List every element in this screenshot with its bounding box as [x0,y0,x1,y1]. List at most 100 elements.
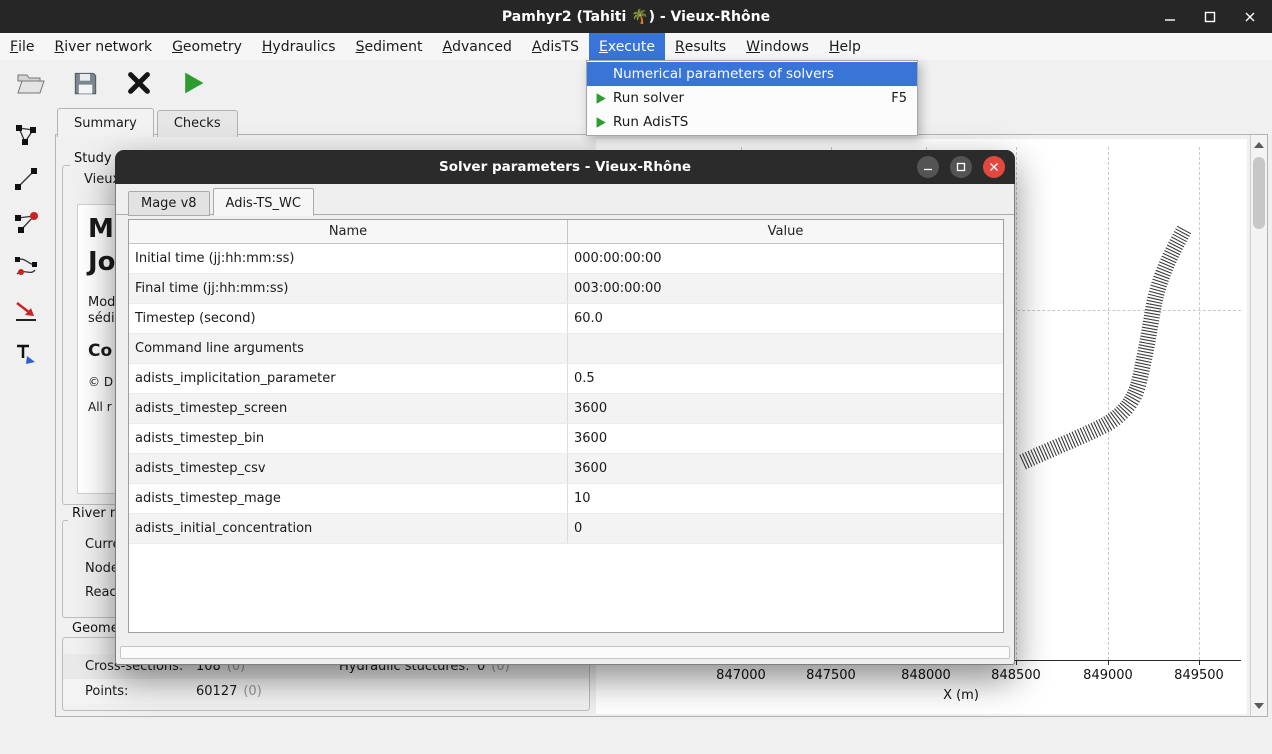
value-column-header[interactable]: Value [568,220,1003,243]
dialog-minimize-button[interactable] [917,156,939,178]
green-play-icon [594,115,608,129]
x-tick-label: 848000 [901,668,951,683]
param-value-cell[interactable]: 10 [568,484,1003,513]
table-row[interactable]: adists_initial_concentration 0 [129,514,1003,544]
menu-item-numerical-parameters[interactable]: Numerical parameters of solvers [587,62,917,86]
table-body: Initial time (jj:hh:mm:ss) 000:00:00:00 … [129,244,1003,544]
menu-windows[interactable]: Windows [736,33,819,60]
menu-adists[interactable]: AdisTS [522,33,589,60]
save-study-button[interactable] [68,66,102,100]
param-value-cell[interactable]: 3600 [568,424,1003,453]
param-value-cell[interactable]: 3600 [568,454,1003,483]
tab-checks[interactable]: Checks [157,110,238,137]
tab-adis-ts-wc[interactable]: Adis-TS_WC [213,188,314,216]
menu-help[interactable]: Help [819,33,871,60]
param-value-cell[interactable] [568,334,1003,363]
param-value-cell[interactable]: 0.5 [568,364,1003,393]
maximize-button[interactable] [1202,9,1218,25]
param-value-cell[interactable]: 000:00:00:00 [568,244,1003,273]
minimize-icon [1164,11,1176,23]
menu-item-label: Run solver [613,90,684,106]
param-name-cell: Initial time (jj:hh:mm:ss) [129,244,568,273]
menu-item-run-adists[interactable]: Run AdisTS [587,110,917,134]
menu-item-label: Numerical parameters of solvers [613,66,834,82]
node-edit-tool-button[interactable] [9,206,43,240]
close-study-button[interactable] [122,66,156,100]
slope-tool-button[interactable] [9,294,43,328]
maximize-icon [956,162,966,172]
menu-item-shortcut: F5 [891,91,907,106]
cross-section-tool-button[interactable] [9,162,43,196]
table-row[interactable]: Timestep (second) 60.0 [129,304,1003,334]
menu-item-run-solver[interactable]: Run solver F5 [587,86,917,110]
execute-menu-dropdown: Numerical parameters of solvers Run solv… [586,60,918,136]
name-column-header[interactable]: Name [129,220,568,243]
x-tick-label: 847000 [716,668,766,683]
slope-tool-icon [13,298,39,324]
x-tick [1016,661,1017,665]
param-name-cell: adists_implicitation_parameter [129,364,568,393]
scroll-up-button[interactable] [1251,137,1267,153]
x-tick-label: 849500 [1174,668,1224,683]
reach-edit-tool-button[interactable] [9,250,43,284]
tracer-tool-icon [13,342,39,368]
table-row[interactable]: adists_timestep_screen 3600 [129,394,1003,424]
minimize-button[interactable] [1162,9,1178,25]
close-icon [989,162,999,172]
solver-parameters-dialog: Solver parameters - Vieux-Rhône Mage v8 … [115,150,1015,665]
param-name-cell: Final time (jj:hh:mm:ss) [129,274,568,303]
menu-advanced[interactable]: Advanced [432,33,521,60]
dialog-close-button[interactable] [983,156,1005,178]
table-row[interactable]: adists_timestep_csv 3600 [129,454,1003,484]
table-row[interactable]: Command line arguments [129,334,1003,364]
table-row[interactable]: Initial time (jj:hh:mm:ss) 000:00:00:00 [129,244,1003,274]
scrollbar-thumb[interactable] [1253,157,1265,229]
parameters-table: Name Value Initial time (jj:hh:mm:ss) 00… [128,219,1004,633]
menu-hydraulics[interactable]: Hydraulics [252,33,346,60]
dialog-titlebar[interactable]: Solver parameters - Vieux-Rhône [115,150,1015,184]
tracer-tool-button[interactable] [9,338,43,372]
node-edit-tool-icon [13,210,39,236]
table-row[interactable]: adists_timestep_bin 3600 [129,424,1003,454]
param-name-cell: adists_timestep_csv [129,454,568,483]
param-value-cell[interactable]: 3600 [568,394,1003,423]
river-network-section-label: River n [68,506,122,521]
param-name-cell: adists_timestep_bin [129,424,568,453]
titlebar[interactable]: Pamhyr2 (Tahiti 🌴) - Vieux-Rhône [0,0,1272,33]
param-value-cell[interactable]: 60.0 [568,304,1003,333]
run-solver-button[interactable] [176,66,210,100]
river-network-tool-button[interactable] [9,118,43,152]
menu-results[interactable]: Results [665,33,736,60]
open-study-button[interactable] [14,66,48,100]
close-button[interactable] [1242,9,1258,25]
table-row[interactable]: adists_timestep_mage 10 [129,484,1003,514]
reach-edit-tool-icon [13,254,39,280]
window-title: Pamhyr2 (Tahiti 🌴) - Vieux-Rhône [502,9,770,25]
table-row[interactable]: adists_implicitation_parameter 0.5 [129,364,1003,394]
points-label: Points: [85,684,196,699]
menu-river-network[interactable]: River network [44,33,162,60]
param-value-cell[interactable]: 0 [568,514,1003,543]
x-axis-label: X (m) [943,688,979,703]
main-tabbar: Summary Checks [57,108,241,137]
param-value-cell[interactable]: 003:00:00:00 [568,274,1003,303]
menu-item-label: Run AdisTS [613,114,688,130]
geometry-stats-row: Points: 60127 (0) [63,679,589,704]
table-row[interactable]: Final time (jj:hh:mm:ss) 003:00:00:00 [129,274,1003,304]
menu-execute[interactable]: Execute [589,33,665,60]
menu-geometry[interactable]: Geometry [162,33,252,60]
tab-summary[interactable]: Summary [57,108,154,137]
dialog-status-bar [120,646,1010,659]
up-arrow-icon [1254,142,1264,148]
gridline [1016,147,1017,660]
menu-file[interactable]: File [0,33,44,60]
minimize-icon [923,162,933,172]
points-value: 60127 [196,684,237,699]
points-suffix: (0) [243,684,261,699]
tab-mage-v8[interactable]: Mage v8 [128,191,210,216]
menu-sediment[interactable]: Sediment [346,33,433,60]
scroll-down-button[interactable] [1251,698,1267,714]
dialog-maximize-button[interactable] [950,156,972,178]
vertical-scrollbar[interactable] [1250,135,1267,716]
study-section-label: Study [70,151,116,166]
